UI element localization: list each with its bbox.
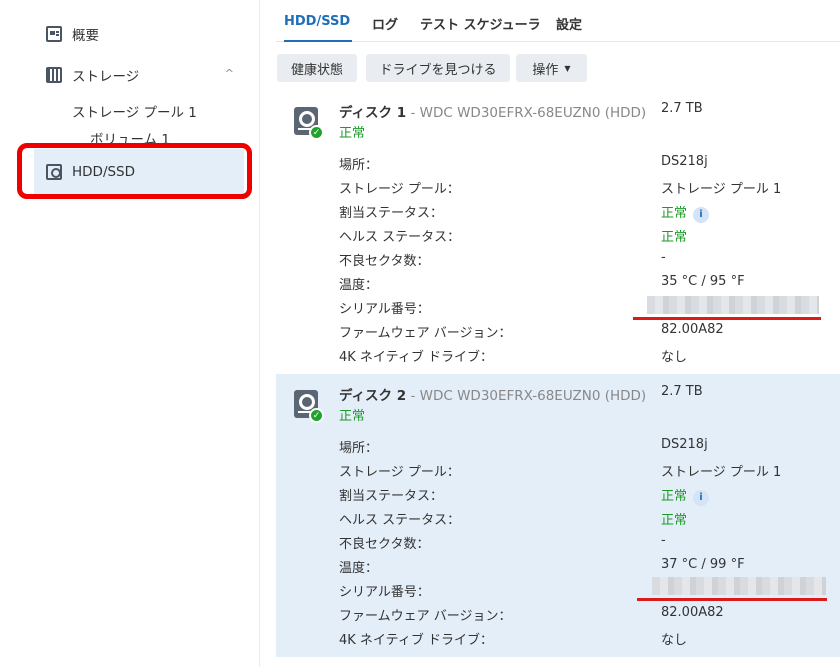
serial-redacted (647, 296, 819, 314)
native-4k-label: 4K ネイティブ ドライブ： (339, 350, 494, 365)
health-button[interactable]: 健康状態 (277, 54, 357, 82)
disk-size: 2.7 TB (661, 101, 703, 116)
tab-hdd-ssd[interactable]: HDD/SSD (284, 14, 350, 29)
serial-label: シリアル番号： (339, 585, 430, 600)
tab-log[interactable]: ログ (372, 14, 398, 33)
disk-model: - WDC WD30EFRX-68EUZN0 (HDD) (406, 388, 647, 404)
overview-icon (46, 26, 62, 42)
info-icon[interactable]: i (693, 207, 710, 223)
storage-icon (46, 67, 62, 83)
caret-down-icon: ▼ (564, 63, 571, 73)
location-label: 場所： (339, 441, 379, 456)
disk-status: 正常 (339, 126, 366, 141)
bad-sectors-value: - (661, 533, 666, 548)
storage-pool-value: ストレージ プール 1 (661, 182, 782, 197)
disk-panel-1[interactable]: ✓ ディスク 1 - WDC WD30EFRX-68EUZN0 (HDD) 2.… (276, 91, 840, 371)
health-status-value: 正常 (661, 230, 688, 245)
tab-active-indicator (284, 40, 352, 42)
temperature-label: 温度： (339, 561, 379, 576)
bad-sectors-value: - (661, 250, 666, 265)
sidebar-item-overview[interactable]: 概要 (46, 24, 99, 44)
storage-pool-label: ストレージ プール： (339, 182, 460, 197)
native-4k-value: なし (661, 350, 688, 365)
health-status-label: ヘルス ステータス： (339, 513, 461, 528)
storage-pool-value: ストレージ プール 1 (661, 465, 782, 480)
allocation-status-text: 正常 (661, 206, 688, 221)
hdd-icon: ✓ (294, 107, 324, 140)
firmware-value: 82.00A82 (661, 322, 724, 337)
info-icon[interactable]: i (693, 490, 710, 506)
check-icon: ✓ (309, 408, 324, 423)
native-4k-label: 4K ネイティブ ドライブ： (339, 633, 494, 648)
temperature-value: 37 °C / 99 °F (661, 557, 745, 572)
tab-test-scheduler[interactable]: テスト スケジューラ (420, 14, 541, 33)
location-value: DS218j (661, 437, 708, 452)
allocation-status-label: 割当ステータス： (339, 489, 444, 504)
bad-sectors-label: 不良セクタ数： (339, 537, 430, 552)
action-button-label: 操作 (532, 62, 559, 78)
health-status-label: ヘルス ステータス： (339, 230, 461, 245)
action-dropdown-button[interactable]: 操作 ▼ (516, 54, 587, 82)
location-label: 場所： (339, 158, 379, 173)
chevron-up-icon[interactable]: ^ (225, 67, 234, 80)
hdd-icon: ✓ (294, 390, 324, 423)
firmware-value: 82.00A82 (661, 605, 724, 620)
check-icon: ✓ (309, 125, 324, 140)
temperature-value: 35 °C / 95 °F (661, 274, 745, 289)
annotation-highlight-box (17, 143, 252, 199)
sidebar-item-storage-pool[interactable]: ストレージ プール 1 (72, 101, 197, 121)
tab-settings[interactable]: 設定 (556, 14, 582, 33)
serial-label: シリアル番号： (339, 302, 430, 317)
disk-model: - WDC WD30EFRX-68EUZN0 (HDD) (406, 105, 647, 121)
storage-pool-label: ストレージ プール： (339, 465, 460, 480)
annotation-underline (637, 598, 827, 601)
allocation-status-value: 正常 i (661, 202, 710, 223)
disk-panel-2[interactable]: ✓ ディスク 2 - WDC WD30EFRX-68EUZN0 (HDD) 2.… (276, 374, 840, 657)
disk-name: ディスク 1 (339, 105, 407, 121)
location-value: DS218j (661, 154, 708, 169)
disk-status: 正常 (339, 409, 366, 424)
annotation-underline (633, 317, 821, 320)
native-4k-value: なし (661, 633, 688, 648)
sidebar-divider (259, 0, 260, 667)
allocation-status-text: 正常 (661, 489, 688, 504)
disk-title: ディスク 1 - WDC WD30EFRX-68EUZN0 (HDD) (339, 101, 646, 121)
health-button-label: 健康状態 (290, 62, 343, 78)
disk-title: ディスク 2 - WDC WD30EFRX-68EUZN0 (HDD) (339, 384, 646, 404)
sidebar-item-storage[interactable]: ストレージ ^ (46, 65, 242, 85)
locate-drive-button-label: ドライブを見つける (379, 62, 497, 78)
bad-sectors-label: 不良セクタ数： (339, 254, 430, 269)
temperature-label: 温度： (339, 278, 379, 293)
disk-name: ディスク 2 (339, 388, 407, 404)
sidebar: 概要 ストレージ ^ ストレージ プール 1 ボリューム 1 HDD/SSD (0, 0, 258, 667)
sidebar-item-label: 概要 (72, 28, 99, 44)
health-status-value: 正常 (661, 513, 688, 528)
serial-redacted (652, 577, 826, 595)
sidebar-item-label: ストレージ プール 1 (72, 105, 197, 121)
firmware-label: ファームウェア バージョン： (339, 326, 512, 341)
firmware-label: ファームウェア バージョン： (339, 609, 512, 624)
locate-drive-button[interactable]: ドライブを見つける (366, 54, 510, 82)
tab-bar: HDD/SSD ログ テスト スケジューラ 設定 (276, 0, 840, 42)
disk-size: 2.7 TB (661, 384, 703, 399)
sidebar-item-label: ストレージ (72, 69, 140, 85)
allocation-status-label: 割当ステータス： (339, 206, 444, 221)
allocation-status-value: 正常 i (661, 485, 710, 506)
